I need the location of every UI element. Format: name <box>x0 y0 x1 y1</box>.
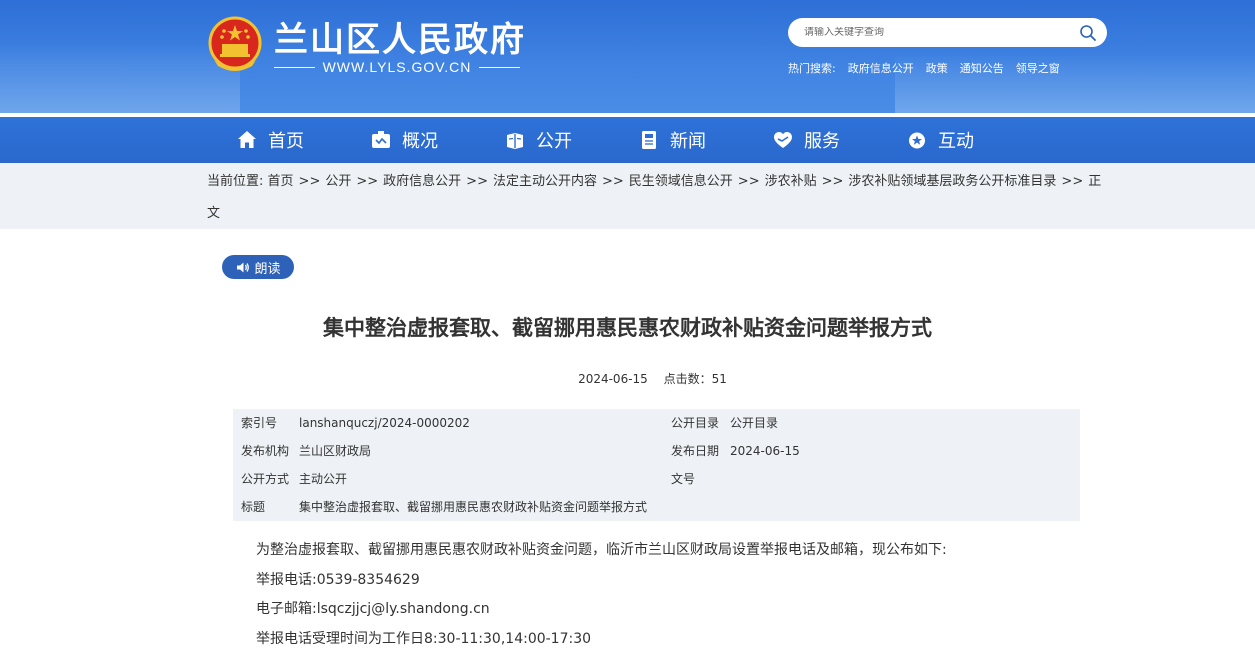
search-input[interactable] <box>804 27 1079 38</box>
body-hours: 举报电话受理时间为工作日8:30-11:30,14:00-17:30 <box>256 630 592 647</box>
info-subject-value: 集中整治虚报套取、截留挪用惠民惠农财政补贴资金问题举报方式 <box>299 500 648 514</box>
breadcrumb-gov-info[interactable]: 政府信息公开 <box>383 174 461 189</box>
breadcrumb-separator: >> <box>737 174 760 189</box>
overview-icon <box>372 131 390 148</box>
header-skyline-left <box>0 43 240 113</box>
site-url: WWW.LYLS.GOV.CN <box>274 59 520 75</box>
hot-item-policy[interactable]: 政策 <box>926 60 948 76</box>
info-publisher-label: 发布机构 <box>241 444 290 458</box>
speaker-icon <box>237 262 250 272</box>
article-title: 集中整治虚报套取、截留挪用惠民惠农财政补贴资金问题举报方式 <box>323 316 932 340</box>
article-clicks: 点击数：51 <box>663 372 727 386</box>
body-paragraph: 为整治虚报套取、截留挪用惠民惠农财政补贴资金问题，临沂市兰山区财政局设置举报电话… <box>256 542 947 558</box>
nav-label-interact: 互动 <box>938 131 974 152</box>
service-icon <box>774 132 792 148</box>
article-body: 为整治虚报套取、截留挪用惠民惠农财政补贴资金问题，临沂市兰山区财政局设置举报电话… <box>256 536 1086 654</box>
nav-item-interact[interactable]: 互动 <box>906 117 1040 163</box>
body-email: 电子邮箱:lsqczjjcj@ly.shandong.cn <box>256 601 490 617</box>
body-phone: 举报电话:0539-8354629 <box>256 571 420 588</box>
info-row: 索引号 lanshanquczj/2024-0000202 公开目录 公开目录 <box>233 409 1080 437</box>
breadcrumb-statutory[interactable]: 法定主动公开内容 <box>493 174 597 189</box>
breadcrumb: 当前位置: 首页 >> 公开 >> 政府信息公开 >> 法定主动公开内容 >> 民生领域信息公开… <box>207 166 1107 230</box>
breadcrumb-open[interactable]: 公开 <box>325 174 351 189</box>
nav-items: 首页 概况 公开 新闻 服务 互动 <box>236 117 1040 163</box>
news-icon <box>642 131 656 149</box>
hot-search: 热门搜索: 政府信息公开 政策 通知公告 领导之窗 <box>788 60 1060 76</box>
article-date: 2024-06-15 <box>578 372 648 386</box>
nav-label-home: 首页 <box>268 131 304 152</box>
info-row: 发布机构 兰山区财政局 发布日期 2024-06-15 <box>233 437 1080 465</box>
nav-label-overview: 概况 <box>402 131 438 152</box>
hot-search-label: 热门搜索: <box>788 62 836 75</box>
info-docno-label: 文号 <box>671 472 696 486</box>
search-icon[interactable] <box>1079 24 1097 42</box>
url-line-left <box>274 66 315 68</box>
nav-label-open: 公开 <box>536 131 572 152</box>
info-publisher-value: 兰山区财政局 <box>299 444 372 458</box>
info-catalog-value: 公开目录 <box>730 416 779 430</box>
breadcrumb-separator: >> <box>601 174 624 189</box>
info-table: 索引号 lanshanquczj/2024-0000202 公开目录 公开目录 … <box>233 409 1080 521</box>
info-mode-value: 主动公开 <box>299 472 348 486</box>
home-icon <box>238 131 256 148</box>
interact-icon <box>909 132 925 149</box>
nav-label-service: 服务 <box>804 131 840 152</box>
site-url-text: WWW.LYLS.GOV.CN <box>322 59 472 75</box>
info-subject-label: 标题 <box>241 500 266 514</box>
nav-item-overview[interactable]: 概况 <box>370 117 504 163</box>
info-catalog-label: 公开目录 <box>671 416 720 430</box>
info-pubdate-label: 发布日期 <box>671 444 720 458</box>
info-index-label: 索引号 <box>241 416 278 430</box>
breadcrumb-prefix: 当前位置: <box>207 174 264 189</box>
breadcrumb-separator: >> <box>466 174 488 189</box>
hot-item-gov-info[interactable]: 政府信息公开 <box>848 60 914 76</box>
breadcrumb-separator: >> <box>298 174 321 189</box>
national-emblem-icon <box>208 16 262 71</box>
read-aloud-label: 朗读 <box>254 261 281 277</box>
nav-item-service[interactable]: 服务 <box>772 117 906 163</box>
url-line-right <box>479 66 520 68</box>
nav-label-news: 新闻 <box>670 131 706 152</box>
info-row: 公开方式 主动公开 文号 <box>233 465 1080 493</box>
breadcrumb-separator: >> <box>821 174 844 189</box>
info-mode-label: 公开方式 <box>241 472 290 486</box>
main-nav: 首页 概况 公开 新闻 服务 互动 <box>0 117 1255 163</box>
breadcrumb-home[interactable]: 首页 <box>268 174 294 189</box>
nav-item-open[interactable]: 公开 <box>504 117 638 163</box>
breadcrumb-livelihood[interactable]: 民生领域信息公开 <box>629 174 733 189</box>
hot-item-leaders[interactable]: 领导之窗 <box>1016 60 1060 76</box>
breadcrumb-subsidy[interactable]: 涉农补贴 <box>765 174 817 189</box>
breadcrumb-separator: >> <box>356 174 379 189</box>
open-icon <box>507 133 523 149</box>
read-aloud-button[interactable]: 朗读 <box>222 255 294 279</box>
site-header: 兰山区人民政府 WWW.LYLS.GOV.CN 热门搜索: 政府信息公开 政策 … <box>0 0 1255 113</box>
info-pubdate-value: 2024-06-15 <box>730 444 800 458</box>
info-row: 标题 集中整治虚报套取、截留挪用惠民惠农财政补贴资金问题举报方式 <box>233 493 1080 521</box>
breadcrumb-separator: >> <box>1061 174 1084 189</box>
article-meta: 2024-06-15 点击数：51 <box>0 370 1255 387</box>
nav-item-news[interactable]: 新闻 <box>638 117 772 163</box>
info-index-value: lanshanquczj/2024-0000202 <box>299 416 470 430</box>
breadcrumb-catalog[interactable]: 涉农补贴领域基层政务公开标准目录 <box>848 174 1056 189</box>
site-title[interactable]: 兰山区人民政府 <box>274 12 526 61</box>
hot-item-notice[interactable]: 通知公告 <box>960 60 1004 76</box>
nav-item-home[interactable]: 首页 <box>236 117 370 163</box>
search-box <box>788 18 1107 47</box>
